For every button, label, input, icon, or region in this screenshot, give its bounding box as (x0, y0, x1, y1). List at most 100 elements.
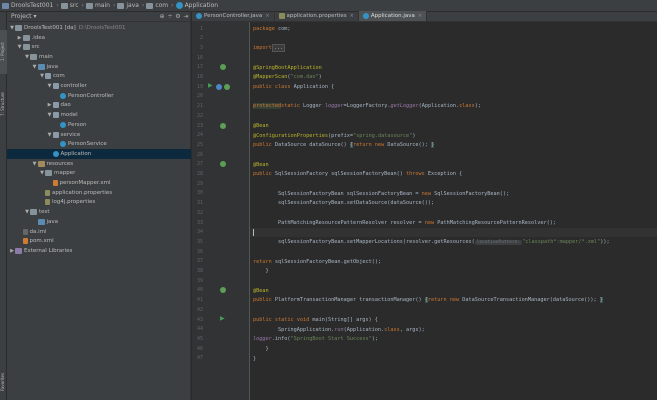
tree-item[interactable]: application.properties (7, 188, 191, 198)
tab-project-tool-window[interactable]: 1: Project (0, 30, 7, 74)
editor-tab[interactable]: application.properties × (275, 11, 359, 21)
code-line[interactable]: public DataSource dataSource() { return … (250, 140, 657, 150)
code-line[interactable]: @ConfigurationProperties (prefix= "spring.… (250, 131, 657, 141)
code-line[interactable] (250, 53, 657, 63)
expanded-arrow-icon[interactable]: ▼ (32, 64, 38, 70)
code-line[interactable]: } (250, 354, 657, 364)
breadcrumb-item[interactable]: java › (117, 2, 144, 9)
code-line[interactable]: sqlSessionFactoryBean.setDataSource(data… (250, 199, 657, 209)
tab-structure-tool-window[interactable]: 7: Structure (0, 82, 7, 126)
tree-item[interactable]: PersonController (7, 91, 191, 101)
breadcrumb-item[interactable]: main › (85, 2, 115, 9)
close-icon[interactable]: × (350, 13, 354, 19)
code-line[interactable] (250, 34, 657, 44)
tree-item[interactable]: Application (7, 149, 191, 159)
code-line[interactable]: protected static Logger logger =LoggerFac… (250, 102, 657, 112)
code-line[interactable]: } (250, 267, 657, 277)
code-line[interactable]: @MapperScan("com.dao") (250, 73, 657, 83)
code-line[interactable]: package com; (250, 24, 657, 34)
run-icon[interactable]: ▶ (208, 82, 214, 89)
tree-item[interactable]: ▼ DroolsTest001 [da] D:\DroolsTest001 (7, 23, 191, 33)
project-panel-title[interactable]: Project ▾ (11, 13, 158, 20)
code-line[interactable]: logger .info("SpringBoot Start Success"); (250, 334, 657, 344)
tree-item[interactable]: ▼ main (7, 52, 191, 62)
code-editor: PersonController.java × application.proper… (192, 11, 657, 400)
tree-item[interactable]: ▼ java (7, 62, 191, 72)
tree-item[interactable]: ▼ controller (7, 81, 191, 91)
code-line[interactable] (250, 150, 657, 160)
code-line[interactable]: public class Application { (250, 82, 657, 92)
code-line[interactable]: @SpringBootApplication (250, 63, 657, 73)
code-line[interactable]: import ... (250, 43, 657, 53)
spring-bean-icon[interactable] (224, 83, 230, 90)
close-icon[interactable]: × (418, 13, 422, 19)
code-line[interactable]: public PlatformTransactionManager transa… (250, 296, 657, 306)
tree-item[interactable]: ▶ External Libraries (7, 246, 191, 256)
code-line[interactable]: public static void main(String[] args) { (250, 315, 657, 325)
tree-item[interactable]: ▶ .idea (7, 33, 191, 43)
collapsed-arrow-icon[interactable]: ▶ (47, 102, 53, 108)
tree-item[interactable]: pom.xml (7, 236, 191, 246)
tree-item[interactable]: Person (7, 120, 191, 130)
collapsed-arrow-icon[interactable]: ▶ (17, 35, 23, 41)
code-line[interactable]: } (250, 344, 657, 354)
chevron-down-icon[interactable]: ▾ (33, 13, 36, 20)
code-line[interactable]: @Bean (250, 121, 657, 131)
tree-item[interactable]: PersonService (7, 139, 191, 149)
spring-bean-icon[interactable] (220, 64, 226, 71)
close-icon[interactable]: × (265, 13, 269, 19)
code-line[interactable]: @Bean (250, 160, 657, 170)
code-line[interactable]: SqlSessionFactoryBean sqlSessionFactoryB… (250, 189, 657, 199)
scroll-from-source-icon[interactable]: ⊕ (158, 13, 166, 20)
code-line[interactable]: PathMatchingResourcePatternResolver reso… (250, 218, 657, 228)
folder-icon (45, 170, 52, 177)
tree-item[interactable]: ▶ dao (7, 101, 191, 111)
tree-item-label: resources (46, 160, 74, 167)
code-line[interactable]: sqlSessionFactoryBean.setMapperLocations… (250, 237, 657, 247)
code-line[interactable] (250, 208, 657, 218)
breadcrumb-item[interactable]: DroolsTest001 › (2, 2, 59, 9)
tree-item[interactable]: personMapper.xml (7, 178, 191, 188)
hide-panel-icon[interactable]: ⇥ (182, 13, 190, 20)
code-line[interactable]: SpringApplication. run (Application. class,… (250, 325, 657, 335)
tree-item[interactable]: ▼ mapper (7, 169, 191, 179)
code-line[interactable] (250, 92, 657, 102)
editor-tab[interactable]: PersonController.java × (192, 11, 275, 21)
expanded-arrow-icon[interactable]: ▼ (47, 132, 53, 138)
spring-boot-icon[interactable] (216, 83, 222, 90)
breadcrumb-item[interactable]: Application (175, 2, 218, 9)
breadcrumb-item[interactable]: com › (146, 2, 174, 9)
code-line[interactable]: public SqlSessionFactory sqlSessionFacto… (250, 170, 657, 180)
tree-item[interactable]: java (7, 217, 191, 227)
code-line[interactable]: @Bean (250, 286, 657, 296)
code-line[interactable] (250, 247, 657, 257)
tab-favorites-tool-window[interactable]: Favorites (0, 367, 7, 397)
tree-item[interactable]: da.iml (7, 227, 191, 237)
code-line[interactable] (250, 227, 657, 238)
run-icon[interactable]: ▶ (220, 315, 226, 322)
collapse-all-icon[interactable]: ÷ (166, 13, 174, 20)
tree-item[interactable]: ▼ test (7, 207, 191, 217)
gear-icon[interactable]: ⚙ (174, 13, 182, 20)
expanded-arrow-icon[interactable]: ▼ (47, 112, 53, 118)
spring-bean-icon[interactable] (220, 287, 226, 294)
code-area[interactable]: package com; import ... @SpringBootApplica… (250, 22, 657, 400)
tree-item[interactable]: ▼ src (7, 42, 191, 52)
tree-item[interactable]: ▼ resources (7, 159, 191, 169)
code-line[interactable] (250, 179, 657, 189)
tree-item[interactable]: ▼ service (7, 130, 191, 140)
breadcrumb-item[interactable]: src › (60, 2, 84, 9)
code-line[interactable] (250, 305, 657, 315)
expanded-arrow-icon[interactable]: ▼ (32, 161, 38, 167)
tree-item[interactable]: ▼ com (7, 72, 191, 82)
expanded-arrow-icon[interactable]: ▼ (17, 44, 23, 50)
expanded-arrow-icon[interactable]: ▼ (47, 83, 53, 89)
editor-tab[interactable]: Application.java × (358, 11, 428, 21)
spring-bean-icon[interactable] (220, 161, 226, 168)
tree-item[interactable]: log4j.properties (7, 198, 191, 208)
tree-item[interactable]: ▼ model (7, 110, 191, 120)
code-line[interactable] (250, 111, 657, 121)
spring-bean-icon[interactable] (220, 122, 226, 129)
code-line[interactable] (250, 276, 657, 286)
code-line[interactable]: return sqlSessionFactoryBean.getObject()… (250, 257, 657, 267)
